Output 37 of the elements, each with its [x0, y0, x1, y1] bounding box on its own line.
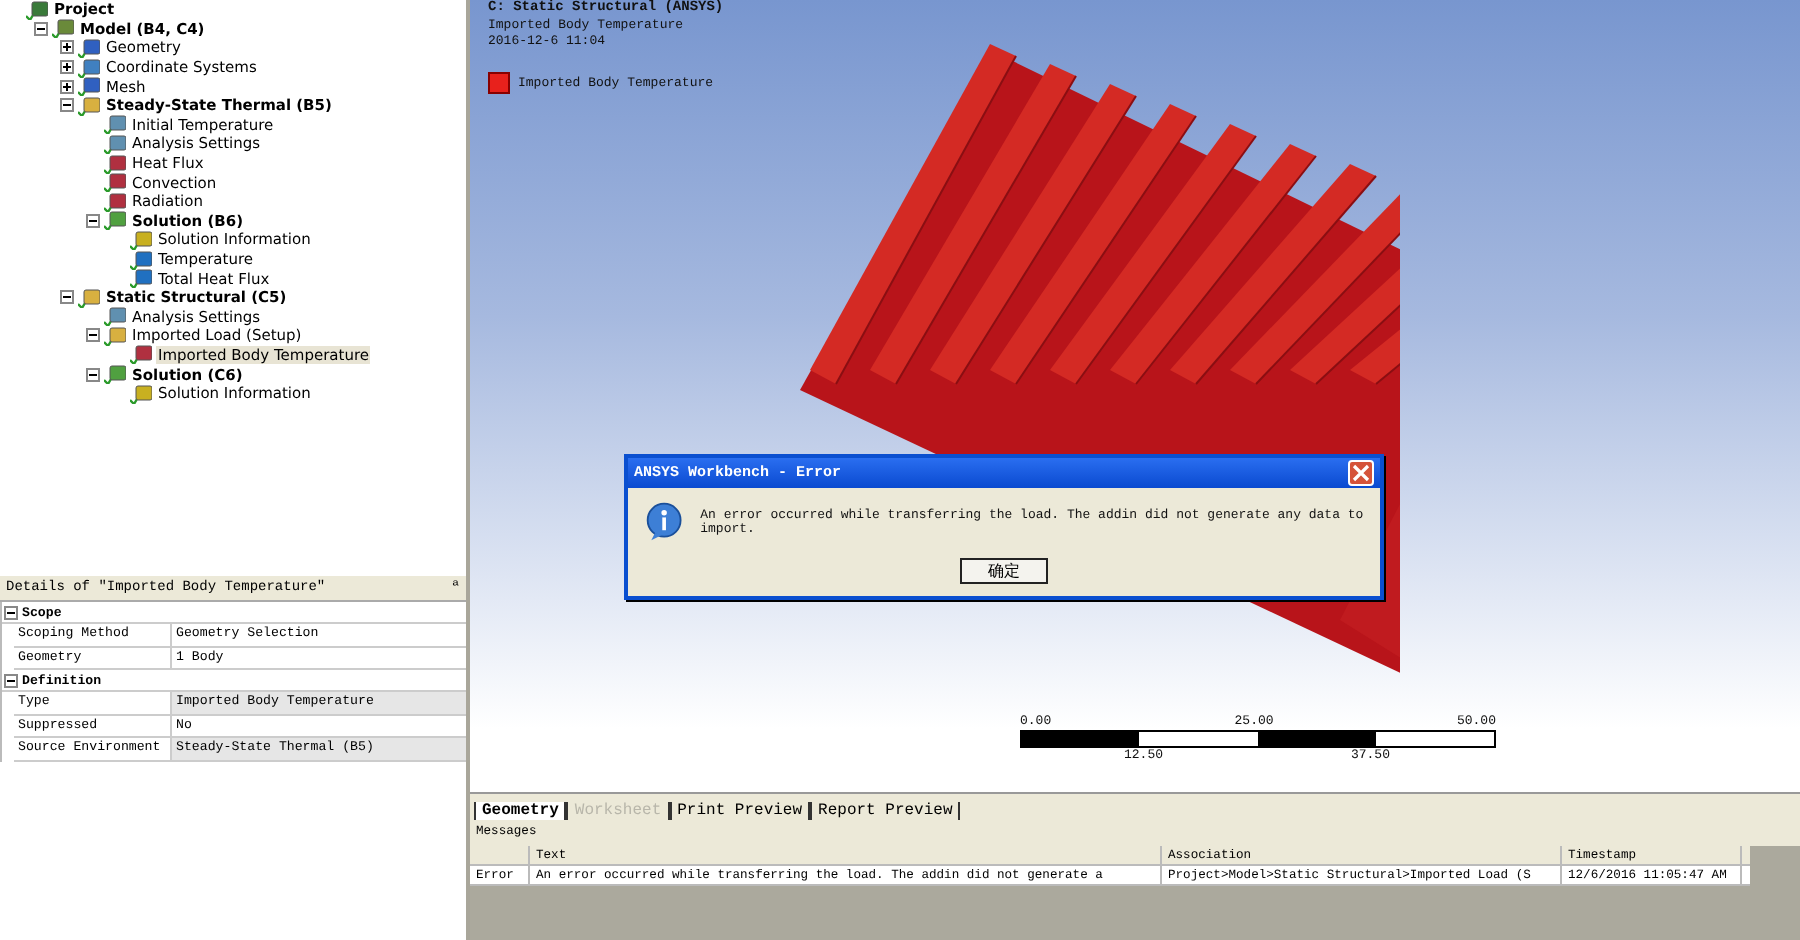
tree-node-icon	[78, 287, 100, 308]
close-icon	[1352, 464, 1370, 482]
tree-node-icon	[130, 383, 152, 404]
tree-node-icon	[78, 57, 100, 78]
view-tab[interactable]: Geometry	[474, 802, 567, 820]
collapse-toggle[interactable]	[4, 673, 18, 687]
expand-toggle[interactable]	[60, 40, 78, 55]
tree-node-icon	[130, 268, 152, 289]
tree-node-icon	[104, 325, 126, 346]
collapse-toggle[interactable]	[60, 98, 78, 113]
tree-node-icon	[78, 95, 100, 116]
tree-node-icon	[26, 0, 48, 20]
tree-node-icon	[104, 306, 126, 327]
collapse-toggle[interactable]	[86, 328, 104, 343]
tree-node-icon	[78, 37, 100, 58]
tree-node-icon	[104, 133, 126, 154]
tree-node-icon	[104, 153, 126, 174]
expand-toggle[interactable]	[60, 60, 78, 75]
expand-toggle[interactable]	[60, 79, 78, 94]
collapse-toggle[interactable]	[86, 213, 104, 228]
tree-node-icon	[104, 364, 126, 385]
tree-node-icon	[104, 114, 126, 135]
collapse-toggle[interactable]	[86, 367, 104, 382]
tree-node-icon	[104, 191, 126, 212]
tree-node-icon	[130, 344, 152, 365]
tree-node-icon	[104, 172, 126, 193]
tree-node-icon	[78, 76, 100, 97]
tree-node-icon	[52, 18, 74, 39]
tree-node-icon	[130, 249, 152, 270]
collapse-toggle[interactable]	[34, 21, 52, 36]
tree-node-icon	[130, 229, 152, 250]
collapse-toggle[interactable]	[4, 605, 18, 619]
tree-node-icon	[104, 210, 126, 231]
info-icon	[644, 500, 685, 544]
close-button[interactable]	[1348, 460, 1374, 486]
collapse-toggle[interactable]	[60, 290, 78, 305]
ok-button[interactable]: 确定	[960, 558, 1048, 584]
